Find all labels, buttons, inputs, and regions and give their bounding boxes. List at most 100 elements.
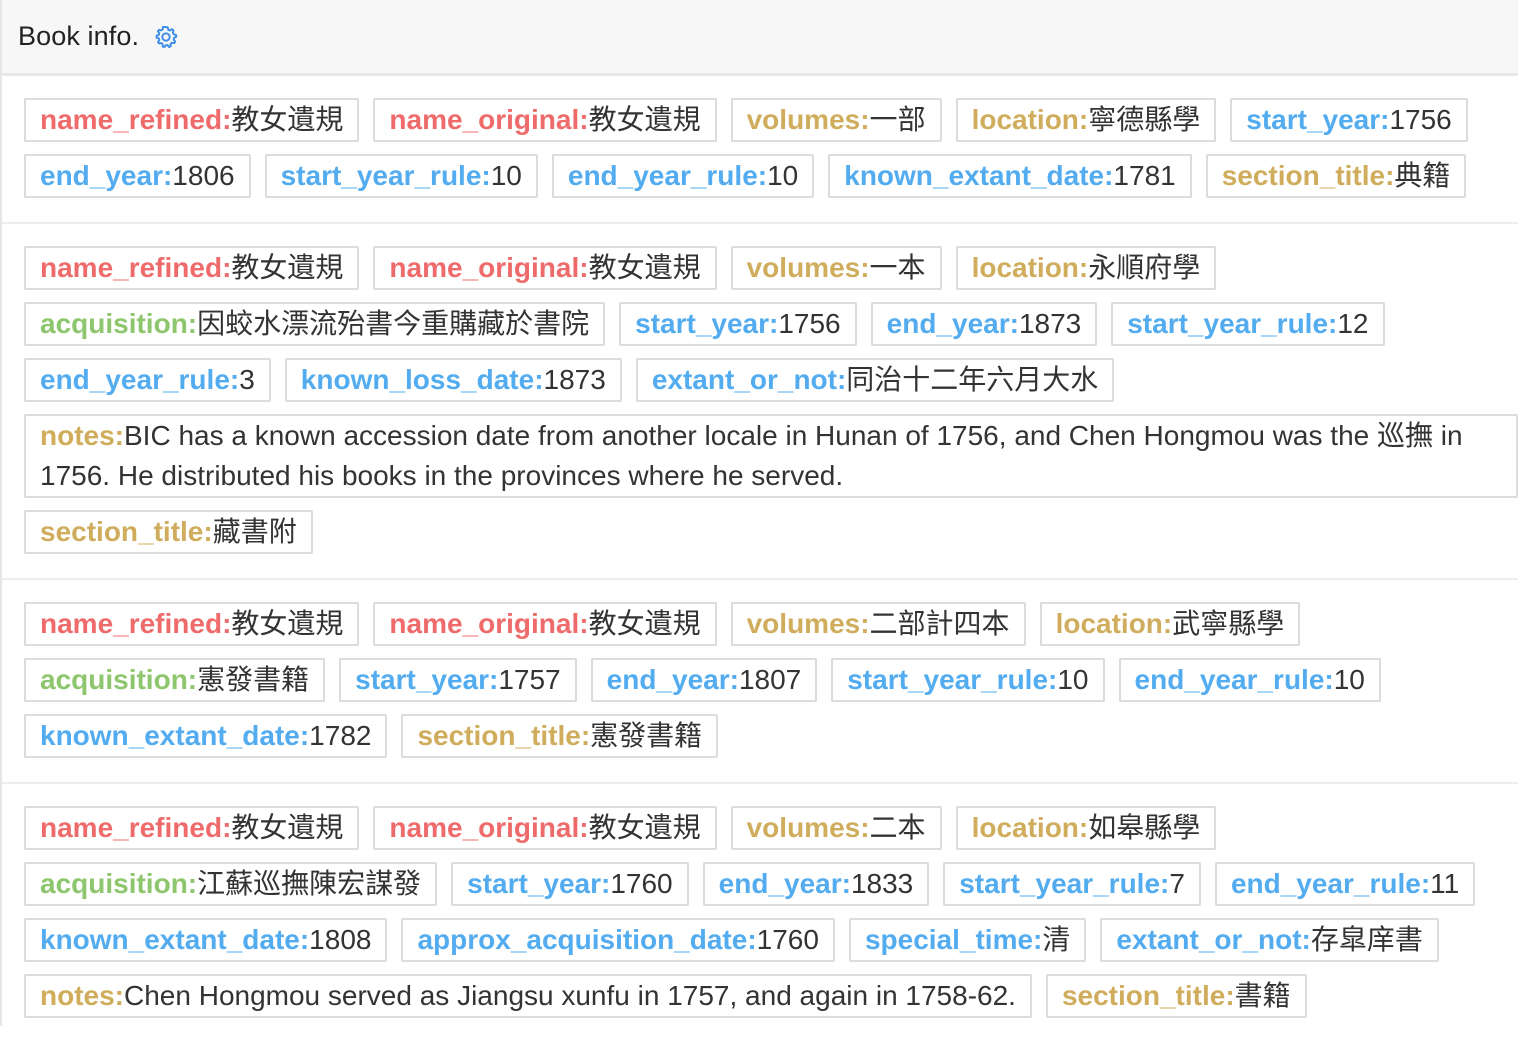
field-key: volumes:: [746, 812, 870, 843]
field-tag[interactable]: start_year:1760: [451, 862, 689, 906]
field-tag[interactable]: extant_or_not:存皐庠書: [1100, 918, 1439, 962]
field-key: extant_or_not:: [1116, 924, 1311, 955]
field-tag[interactable]: section_title:憲發書籍: [401, 714, 719, 758]
field-tag[interactable]: start_year:1756: [1230, 98, 1468, 142]
field-tag[interactable]: special_time:清: [848, 918, 1087, 962]
field-key: name_refined:: [40, 608, 232, 639]
field-key: location:: [971, 252, 1089, 283]
field-tag[interactable]: location:永順府學: [955, 246, 1217, 290]
field-tag[interactable]: acquisition:因蛟水漂流殆書今重購藏於書院: [24, 302, 606, 346]
field-tag[interactable]: notes:Chen Hongmou served as Jiangsu xun…: [24, 974, 1032, 1018]
field-value: 1760: [756, 924, 819, 955]
field-key: location:: [971, 104, 1089, 135]
field-value: 一部: [869, 104, 926, 135]
field-value: 7: [1169, 868, 1185, 899]
field-key: start_year_rule:: [1127, 308, 1338, 339]
field-tag[interactable]: known_extant_date:1782: [24, 714, 388, 758]
field-tag[interactable]: end_year:1873: [870, 302, 1098, 346]
field-value: 教女遺規: [588, 812, 701, 843]
field-value: 二本: [869, 812, 926, 843]
field-value: 1756: [1389, 104, 1452, 135]
field-tag[interactable]: approx_acquisition_date:1760: [401, 918, 835, 962]
field-tag[interactable]: start_year_rule:7: [943, 862, 1201, 906]
field-tag[interactable]: known_extant_date:1808: [24, 918, 388, 962]
field-tag[interactable]: location:武寧縣學: [1039, 602, 1301, 646]
field-value: 1757: [498, 664, 561, 695]
field-key: end_year:: [40, 160, 173, 191]
field-tag[interactable]: start_year_rule:10: [831, 658, 1105, 702]
field-value: 1873: [1018, 308, 1082, 339]
field-key: extant_or_not:: [651, 364, 847, 395]
field-value: 教女遺規: [588, 608, 701, 639]
field-key: acquisition:: [40, 664, 198, 695]
field-tag[interactable]: end_year:1833: [702, 862, 930, 906]
field-key: start_year_rule:: [847, 664, 1058, 695]
field-key: volumes:: [746, 608, 870, 639]
field-value: 永順府學: [1088, 252, 1201, 283]
field-tag[interactable]: start_year_rule:10: [264, 154, 538, 198]
field-tag[interactable]: acquisition:憲發書籍: [24, 658, 326, 702]
field-value: 1873: [543, 364, 606, 395]
field-tag[interactable]: name_original:教女遺規: [373, 806, 717, 850]
field-tag[interactable]: section_title:書籍: [1045, 974, 1307, 1018]
field-value: 12: [1337, 308, 1369, 339]
field-value: 教女遺規: [231, 608, 344, 639]
field-tag[interactable]: end_year_rule:10: [551, 154, 815, 198]
notes-tag[interactable]: notes:BIC has a known accession date fro…: [24, 414, 1518, 498]
field-key: known_loss_date:: [300, 364, 544, 395]
field-value: 武寧縣學: [1172, 608, 1285, 639]
field-tag[interactable]: volumes:一部: [730, 98, 942, 142]
field-value: 教女遺規: [588, 252, 701, 283]
field-key: known_extant_date:: [844, 160, 1114, 191]
field-tag[interactable]: name_original:教女遺規: [373, 98, 717, 142]
field-tag[interactable]: start_year_rule:12: [1111, 302, 1385, 346]
field-tag[interactable]: name_refined:教女遺規: [24, 806, 360, 850]
field-value: 藏書附: [212, 516, 297, 547]
field-tag[interactable]: start_year:1757: [339, 658, 577, 702]
field-value: 書籍: [1234, 980, 1291, 1011]
field-tag[interactable]: name_refined:教女遺規: [24, 98, 360, 142]
field-tag[interactable]: end_year_rule:11: [1214, 862, 1476, 906]
field-value: 1808: [309, 924, 372, 955]
field-key: name_original:: [389, 252, 589, 283]
gear-icon[interactable]: [153, 24, 179, 50]
field-tag[interactable]: section_title:藏書附: [24, 510, 313, 554]
field-tag[interactable]: name_original:教女遺規: [373, 246, 717, 290]
field-tag[interactable]: known_extant_date:1781: [828, 154, 1192, 198]
field-key: known_extant_date:: [40, 924, 310, 955]
field-tag[interactable]: section_title:典籍: [1205, 154, 1467, 198]
field-tag[interactable]: location:寧德縣學: [955, 98, 1217, 142]
field-value: 如皋縣學: [1088, 812, 1201, 843]
field-key: end_year_rule:: [1134, 664, 1334, 695]
field-tag[interactable]: end_year:1807: [590, 658, 818, 702]
field-key: start_year:: [355, 664, 499, 695]
field-tag[interactable]: end_year_rule:10: [1118, 658, 1381, 702]
field-tag[interactable]: extant_or_not:同治十二年六月大水: [635, 358, 1115, 402]
field-key: start_year:: [635, 308, 779, 339]
field-tag[interactable]: location:如皋縣學: [955, 806, 1217, 850]
field-value: 存皐庠書: [1310, 924, 1423, 955]
field-tag[interactable]: name_refined:教女遺規: [24, 246, 360, 290]
field-tag[interactable]: end_year:1806: [24, 154, 251, 198]
field-tag[interactable]: known_loss_date:1873: [284, 358, 622, 402]
field-value: 憲發書籍: [197, 664, 310, 695]
field-tag[interactable]: acquisition:江蘇巡撫陳宏謀發: [24, 862, 438, 906]
field-tag[interactable]: volumes:一本: [730, 246, 942, 290]
record-2: name_refined:教女遺規 name_original:教女遺規 vol…: [2, 224, 1518, 580]
field-tag[interactable]: name_refined:教女遺規: [24, 602, 360, 646]
field-key: start_year_rule:: [280, 160, 491, 191]
field-tag[interactable]: volumes:二部計四本: [730, 602, 1026, 646]
record-1: name_refined:教女遺規 name_original:教女遺規 vol…: [2, 76, 1518, 224]
field-key: section_title:: [40, 516, 213, 547]
panel-header: Book info.: [2, 0, 1518, 76]
field-tag[interactable]: end_year_rule:3: [24, 358, 271, 402]
field-tag[interactable]: start_year:1756: [619, 302, 857, 346]
field-value: 1781: [1113, 160, 1176, 191]
field-value: 教女遺規: [231, 104, 344, 135]
field-value: 同治十二年六月大水: [846, 364, 1099, 395]
field-tag[interactable]: volumes:二本: [730, 806, 942, 850]
field-value: 典籍: [1394, 160, 1451, 191]
record-4: name_refined:教女遺規 name_original:教女遺規 vol…: [2, 784, 1518, 1042]
field-key: start_year_rule:: [959, 868, 1170, 899]
field-tag[interactable]: name_original:教女遺規: [373, 602, 717, 646]
